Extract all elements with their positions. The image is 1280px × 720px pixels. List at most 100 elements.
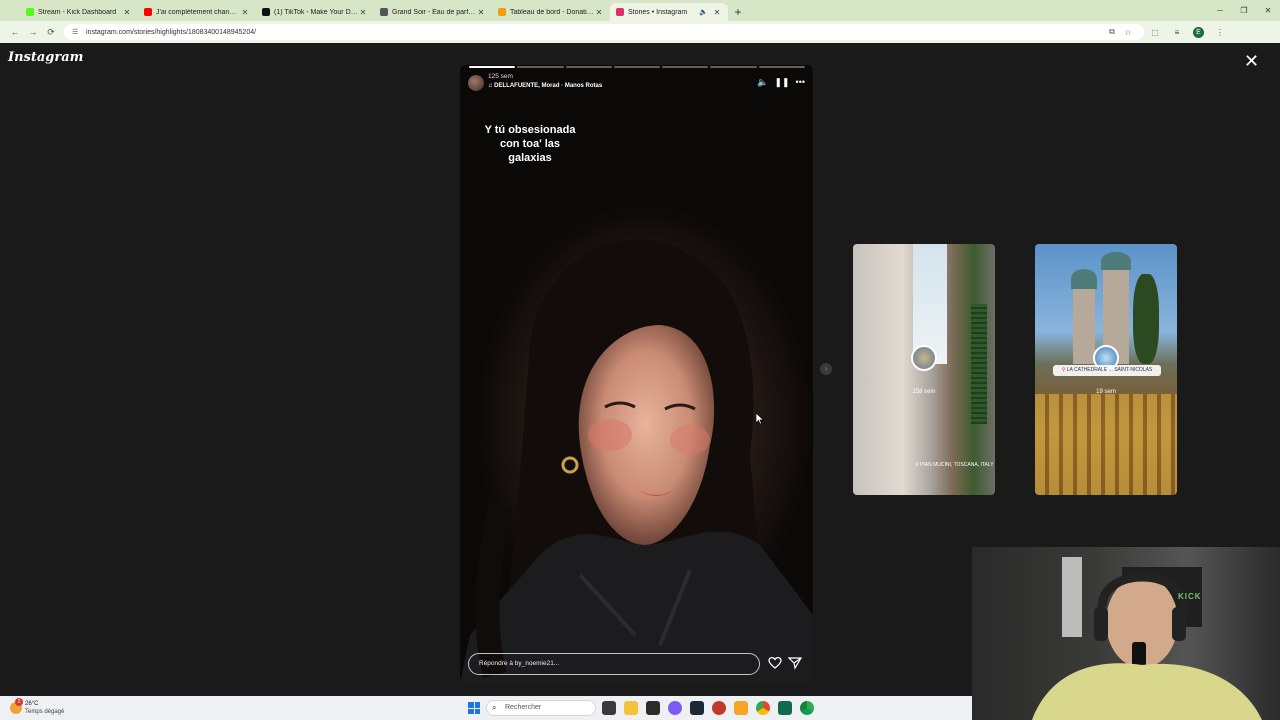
extensions-icon[interactable]: ⬚: [1144, 28, 1166, 37]
url-text: instagram.com/stories/highlights/1808340…: [86, 28, 257, 36]
instagram-logo[interactable]: Instagram: [8, 50, 83, 65]
location-sticker: ⚲ LA CATHEDRALE ... SAINT-NICOLAS: [1053, 365, 1161, 376]
close-icon[interactable]: ✕: [594, 8, 604, 17]
cathedral-tower: [1073, 284, 1095, 364]
minimize-icon[interactable]: ─: [1208, 0, 1232, 21]
close-window-icon[interactable]: ✕: [1256, 0, 1280, 21]
tab-title: J'ai complètement changé de: [156, 8, 240, 16]
tab-title: Tableau de bord - DonationAle: [510, 8, 594, 16]
back-icon[interactable]: ←: [6, 27, 24, 37]
location-sticker: ⚲ PIAN MUCINI, TOSCANA, ITALY: [915, 462, 994, 468]
location-label: LA CATHEDRALE ... SAINT-NICOLAS: [1066, 367, 1153, 373]
window-controls: ─ ❐ ✕: [1208, 0, 1280, 21]
tab-title: Grand Soir - Eau de parfum: [392, 8, 476, 16]
kick-icon: [26, 8, 34, 16]
close-icon[interactable]: ✕: [712, 8, 722, 17]
weather-temperature: 26°C: [25, 701, 39, 707]
progress-segment: [758, 66, 805, 68]
story-card[interactable]: 125 sem ♫ DELLAFUENTE, Morad · Manos Rot…: [460, 65, 813, 683]
kick-logo: KICK: [1178, 592, 1202, 601]
story-header: 125 sem ♫ DELLAFUENTE, Morad · Manos Rot…: [468, 73, 805, 93]
tab-title: Stories • Instagram: [628, 8, 688, 16]
steam-icon[interactable]: [690, 701, 704, 715]
avatar[interactable]: [468, 75, 484, 91]
volume-icon[interactable]: 🔈: [757, 77, 768, 88]
thumbnail-shutter: [971, 304, 987, 424]
menu-icon[interactable]: ⋮: [1209, 28, 1231, 37]
address-bar[interactable]: ☰ instagram.com/stories/highlights/18083…: [64, 24, 1144, 40]
site-info-icon[interactable]: ☰: [72, 28, 80, 36]
taskbar-search[interactable]: ⌕ Rechercher: [486, 700, 596, 716]
notification-badge: 2: [15, 698, 23, 706]
avatar: [911, 345, 937, 371]
tree: [1133, 274, 1159, 364]
windows-taskbar: 2 26°C Temps dégagé ⌕ Rechercher: [0, 696, 972, 720]
forward-icon[interactable]: →: [24, 27, 42, 37]
story-timestamp: 158 sem: [912, 389, 936, 395]
more-options-icon[interactable]: •••: [796, 77, 805, 88]
next-story-arrow-icon[interactable]: ›: [820, 363, 832, 375]
progress-segment: [710, 66, 757, 68]
site-icon: [380, 8, 388, 16]
maximize-icon[interactable]: ❐: [1232, 0, 1256, 21]
tab-grand-soir[interactable]: Grand Soir - Eau de parfum ✕: [374, 3, 492, 21]
story-music[interactable]: ♫ DELLAFUENTE, Morad · Manos Rotas: [488, 83, 602, 89]
search-placeholder: Rechercher: [505, 704, 542, 711]
story-caption: Y tú obsesionada con toa' las galaxias: [474, 123, 586, 165]
streamer-silhouette: [1032, 557, 1262, 720]
chrome-canary-icon[interactable]: [800, 701, 814, 715]
close-icon[interactable]: ✕: [240, 8, 250, 17]
caption-line: galaxias: [508, 152, 552, 164]
progress-segment: [517, 66, 564, 68]
instagram-icon: [616, 8, 624, 16]
windows-start-icon[interactable]: [468, 702, 480, 714]
obs-icon[interactable]: [712, 701, 726, 715]
tab-instagram-stories[interactable]: Stories • Instagram 🔈 ✕: [610, 3, 728, 21]
tab-kick-dashboard[interactable]: Stream - Kick Dashboard ✕: [20, 3, 138, 21]
profile-avatar[interactable]: E: [1193, 26, 1204, 38]
donation-icon: [498, 8, 506, 16]
tab-title: (1) TikTok - Make Your Day: [274, 8, 358, 16]
progress-segment: [662, 66, 709, 68]
weather-widget[interactable]: 2 26°C Temps dégagé: [10, 698, 70, 717]
music-label: DELLAFUENTE, Morad · Manos Rotas: [494, 83, 603, 89]
tab-donationalerts[interactable]: Tableau de bord - DonationAle ✕: [492, 3, 610, 21]
story-photo: [460, 239, 813, 683]
caption-line: Y tú obsesionada: [484, 124, 576, 136]
close-icon[interactable]: ✕: [476, 8, 486, 17]
tab-title: Stream - Kick Dashboard: [38, 8, 117, 16]
caption-line: con toa' las: [499, 138, 561, 150]
bookmark-star-icon[interactable]: ☆: [1120, 28, 1136, 37]
app-icon[interactable]: [778, 701, 792, 715]
close-icon[interactable]: ✕: [122, 8, 132, 17]
close-stories-icon[interactable]: ✕: [1244, 51, 1259, 71]
tab-youtube[interactable]: J'ai complètement changé de ✕: [138, 3, 256, 21]
next-story-thumbnail[interactable]: 158 sem ⚲ PIAN MUCINI, TOSCANA, ITALY: [853, 244, 995, 495]
chrome-icon[interactable]: [756, 701, 770, 715]
webcam-overlay: KICK: [972, 547, 1280, 720]
speaker-icon[interactable]: 🔈: [699, 8, 708, 16]
tab-search-icon[interactable]: ≡: [1166, 28, 1188, 37]
app-icon[interactable]: [734, 701, 748, 715]
cathedral-dome: [1071, 269, 1097, 289]
tab-tiktok[interactable]: (1) TikTok - Make Your Day ✕: [256, 3, 374, 21]
terminal-icon[interactable]: [646, 701, 660, 715]
next-story-thumbnail[interactable]: ⚲ LA CATHEDRALE ... SAINT-NICOLAS 19 sem: [1035, 244, 1177, 495]
install-icon[interactable]: ⧉: [1104, 27, 1120, 37]
reply-input[interactable]: Répondre à by_noemie21...: [468, 653, 760, 675]
new-tab-button[interactable]: +: [730, 4, 746, 20]
file-explorer-icon[interactable]: [624, 701, 638, 715]
task-view-icon[interactable]: [602, 701, 616, 715]
send-icon[interactable]: [788, 656, 802, 670]
heart-icon[interactable]: [768, 656, 782, 670]
story-timestamp: 125 sem: [488, 73, 513, 80]
close-icon[interactable]: ✕: [358, 8, 368, 17]
tab-strip: Stream - Kick Dashboard ✕ J'ai complètem…: [0, 0, 1280, 21]
iconostasis: [1035, 394, 1177, 495]
reload-icon[interactable]: ⟳: [42, 27, 60, 38]
messenger-icon[interactable]: [668, 701, 682, 715]
story-timestamp: 19 sem: [1096, 389, 1116, 395]
tiktok-icon: [262, 8, 270, 16]
pause-icon[interactable]: ❚❚: [774, 77, 789, 88]
mouse-pointer-icon: [756, 413, 764, 425]
